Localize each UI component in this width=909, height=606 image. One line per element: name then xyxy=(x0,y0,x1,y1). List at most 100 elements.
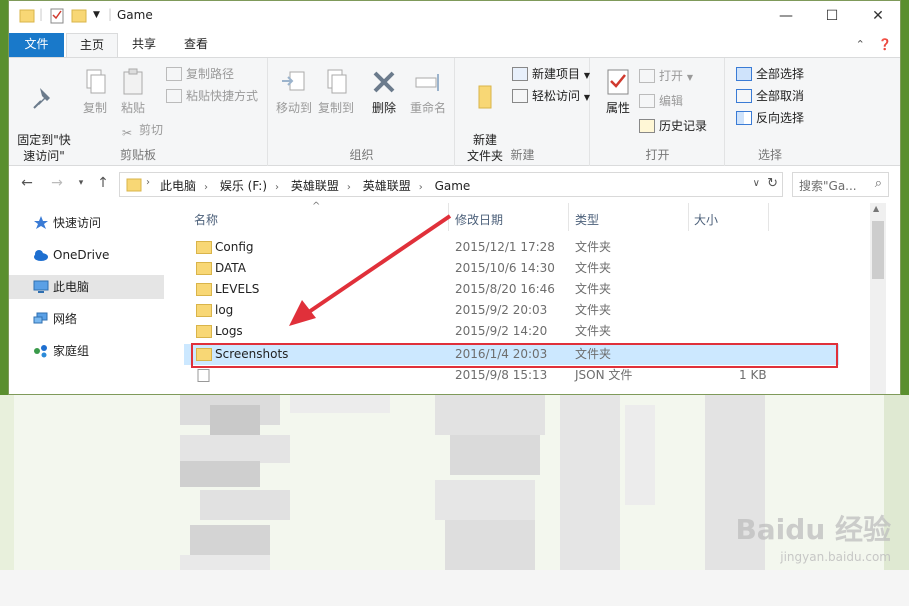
nav-item-label: OneDrive xyxy=(53,248,110,262)
column-header-date[interactable]: 修改日期 xyxy=(455,209,503,231)
paste-button[interactable]: 粘贴 xyxy=(115,66,151,116)
help-icon[interactable]: ❓ xyxy=(878,38,892,51)
nav-item-homegroup[interactable]: 家庭组 xyxy=(9,339,164,363)
tab-file[interactable]: 文件 xyxy=(9,33,64,57)
paste-shortcut-button[interactable]: 粘贴快捷方式 xyxy=(166,86,258,106)
file-type: 文件夹 xyxy=(575,261,612,275)
back-button[interactable]: ← xyxy=(17,175,37,191)
open-button[interactable]: 打开 ▼ xyxy=(639,66,693,86)
scroll-up-icon[interactable]: ▲ xyxy=(873,204,879,213)
select-all-button[interactable]: 全部选择 xyxy=(736,64,804,84)
cut-label: 剪切 xyxy=(139,123,164,137)
tab-home[interactable]: 主页 xyxy=(66,33,118,57)
edit-button[interactable]: 编辑 xyxy=(639,91,683,111)
properties-quick-icon[interactable] xyxy=(49,7,65,25)
select-none-button[interactable]: 全部取消 xyxy=(736,86,804,106)
new-folder-quick-icon[interactable] xyxy=(71,7,87,25)
copy-to-icon xyxy=(327,69,347,94)
breadcrumb: 此电脑 › 娱乐 (F:) › 英雄联盟 › 英雄联盟 › Game xyxy=(160,177,470,194)
easy-access-icon xyxy=(512,89,528,103)
copy-to-button[interactable]: 复制到 xyxy=(317,66,355,116)
forward-button[interactable]: → xyxy=(47,175,67,191)
column-header-type[interactable]: 类型 xyxy=(575,209,599,231)
invert-selection-button[interactable]: 反向选择 xyxy=(736,108,804,128)
column-divider[interactable] xyxy=(568,203,569,231)
open-label: 打开 xyxy=(659,69,684,83)
properties-button[interactable]: 属性 xyxy=(601,66,635,116)
highlight-box xyxy=(191,343,838,368)
column-divider[interactable] xyxy=(768,203,769,231)
table-row[interactable]: Config 2015/12/1 17:28 文件夹 xyxy=(184,237,839,258)
breadcrumb-item[interactable]: Game xyxy=(435,179,471,193)
file-type: 文件夹 xyxy=(575,282,612,296)
up-button[interactable]: ↑ xyxy=(93,175,113,191)
scrollbar-thumb[interactable] xyxy=(872,221,884,279)
explorer-window: | ▼ | Game — ☐ ✕ 文件 主页 共享 查看 ⌃ ❓ 固定到"快 速… xyxy=(8,0,901,395)
new-group-label: 新建 xyxy=(510,148,535,162)
new-item-button[interactable]: 新建项目 ▼ xyxy=(512,64,590,84)
file-type: 文件夹 xyxy=(575,303,612,317)
open-group-label: 打开 xyxy=(645,148,670,162)
table-row[interactable]: 2015/9/8 15:13 JSON 文件 1 KB xyxy=(184,365,839,386)
paste-shortcut-label: 粘贴快捷方式 xyxy=(186,89,259,103)
column-header-size[interactable]: 大小 xyxy=(694,209,718,231)
recent-locations-button[interactable]: ▾ xyxy=(71,178,91,188)
file-type: 文件夹 xyxy=(575,240,612,254)
copy-to-label: 复制到 xyxy=(317,101,354,115)
breadcrumb-item[interactable]: 英雄联盟 xyxy=(291,179,339,193)
maximize-button[interactable]: ☐ xyxy=(809,1,855,32)
nav-item-onedrive[interactable]: OneDrive xyxy=(9,243,164,267)
cut-button[interactable]: ✂ 剪切 xyxy=(119,120,163,140)
chevron-down-icon[interactable]: ∨ xyxy=(753,178,760,189)
column-divider[interactable] xyxy=(688,203,689,231)
column-header-name[interactable]: 名称 xyxy=(194,209,218,231)
select-group: 全部选择 全部取消 反向选择 选择 xyxy=(726,58,900,166)
table-row[interactable]: DATA 2015/10/6 14:30 文件夹 xyxy=(184,258,839,279)
copy-button[interactable]: 复制 xyxy=(77,66,113,116)
chevron-right-icon[interactable]: › xyxy=(347,182,351,193)
nav-item-this-pc[interactable]: 此电脑 xyxy=(9,275,164,299)
breadcrumb-item[interactable]: 英雄联盟 xyxy=(363,179,411,193)
minimize-button[interactable]: — xyxy=(763,1,809,32)
search-input[interactable]: 搜索"Ga... ⌕ xyxy=(792,172,889,197)
network-icon xyxy=(33,312,48,324)
tab-view[interactable]: 查看 xyxy=(173,33,219,57)
folder-icon xyxy=(196,283,212,296)
mosaic-block xyxy=(450,435,540,475)
table-row[interactable]: Logs 2015/9/2 14:20 文件夹 xyxy=(184,321,839,342)
move-to-button[interactable]: 移动到 xyxy=(275,66,313,116)
nav-item-label: 网络 xyxy=(53,312,78,326)
vertical-scrollbar[interactable]: ▲ xyxy=(870,203,886,394)
invert-selection-label: 反向选择 xyxy=(756,111,805,125)
breadcrumb-item[interactable]: 娱乐 (F:) xyxy=(220,179,267,193)
column-divider[interactable] xyxy=(448,203,449,231)
address-bar[interactable]: › 此电脑 › 娱乐 (F:) › 英雄联盟 › 英雄联盟 › Game ∨ ↻ xyxy=(119,172,783,197)
refresh-icon[interactable]: ↻ xyxy=(767,176,778,191)
delete-x-icon xyxy=(373,71,395,93)
breadcrumb-item[interactable]: 此电脑 xyxy=(160,179,196,193)
easy-access-button[interactable]: 轻松访问 ▼ xyxy=(512,86,590,106)
history-button[interactable]: 历史记录 xyxy=(639,116,707,136)
folder-icon xyxy=(126,178,142,192)
nav-item-quick-access[interactable]: 快速访问 xyxy=(9,211,164,235)
star-icon xyxy=(34,216,48,229)
chevron-right-icon[interactable]: › xyxy=(419,182,423,193)
file-name: DATA xyxy=(215,261,246,275)
nav-item-network[interactable]: 网络 xyxy=(9,307,164,331)
delete-button[interactable]: 删除 xyxy=(367,66,401,116)
tab-share[interactable]: 共享 xyxy=(121,33,167,57)
file-name: Config xyxy=(215,240,254,254)
file-date: 2015/8/20 16:46 xyxy=(455,282,555,296)
chevron-right-icon[interactable]: › xyxy=(204,182,208,193)
copy-label: 复制 xyxy=(82,101,107,115)
rename-button[interactable]: 重命名 xyxy=(407,66,449,116)
close-button[interactable]: ✕ xyxy=(855,1,900,32)
copy-path-button[interactable]: 复制路径 xyxy=(166,64,234,84)
table-row[interactable]: log 2015/9/2 20:03 文件夹 xyxy=(184,300,839,321)
customize-toolbar-icon[interactable]: ▼ xyxy=(93,10,100,28)
file-date: 2015/9/2 20:03 xyxy=(455,303,548,317)
collapse-ribbon-icon[interactable]: ⌃ xyxy=(856,38,865,51)
pin-icon xyxy=(33,88,50,109)
table-row[interactable]: LEVELS 2015/8/20 16:46 文件夹 xyxy=(184,279,839,300)
chevron-right-icon[interactable]: › xyxy=(275,182,279,193)
